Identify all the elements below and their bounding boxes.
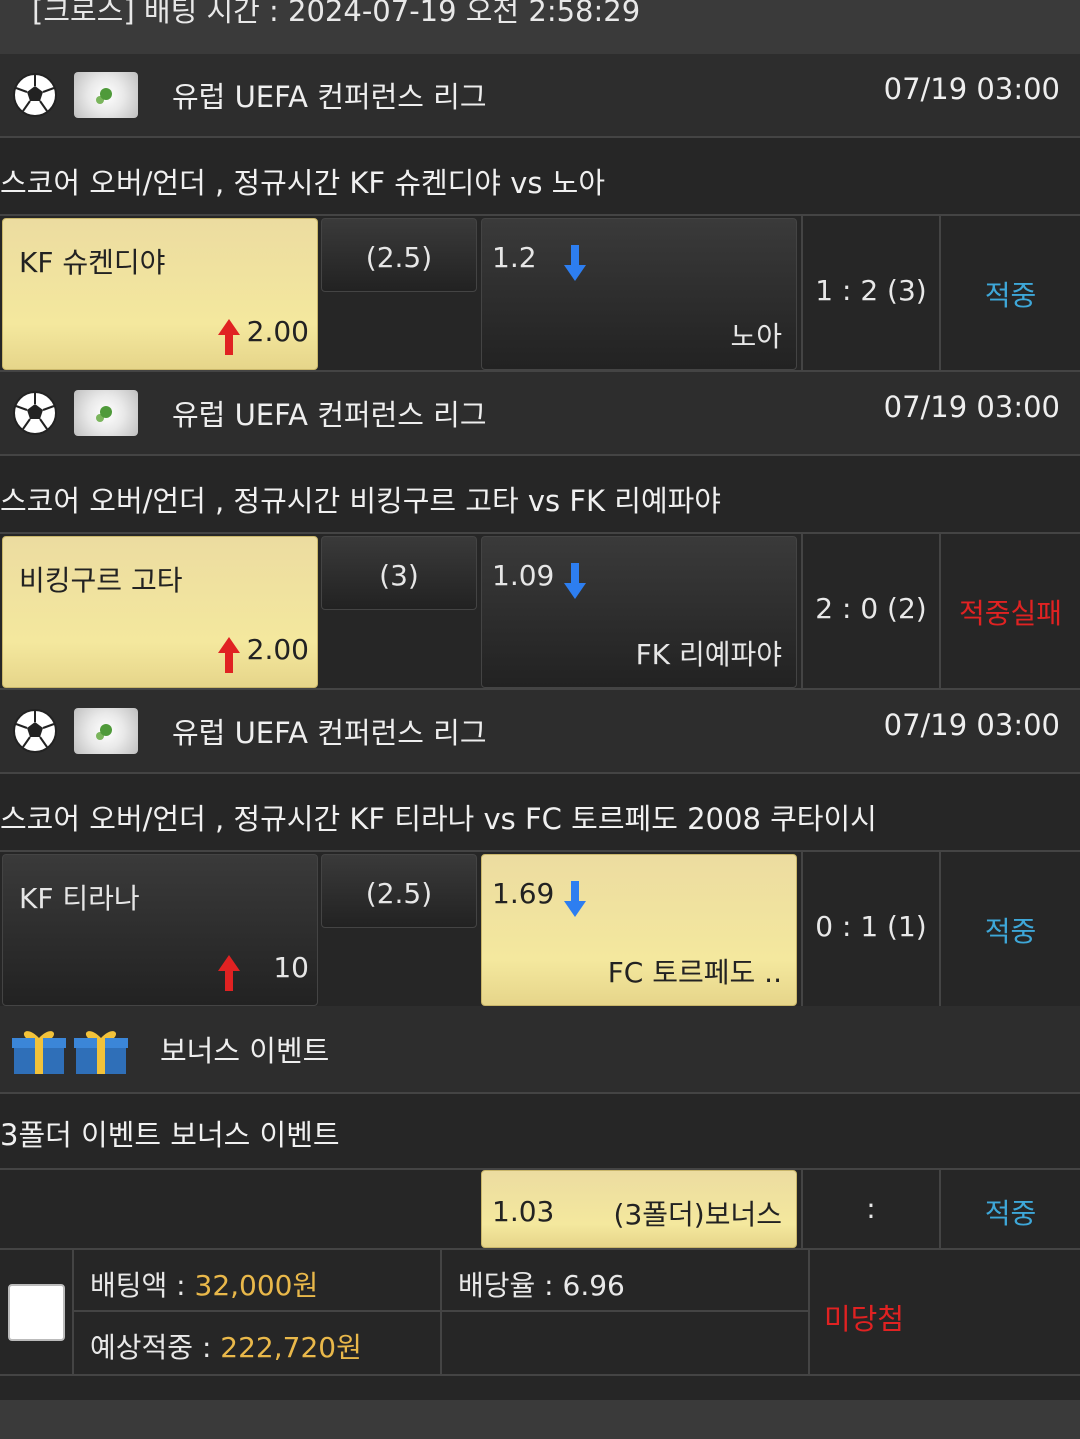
match-title-text: 스코어 오버/언더 , 정규시간 KF 티라나 vs FC 토르페도 2008 … — [0, 802, 877, 836]
expected-win-line: 예상적중 : 222,720원 — [90, 1326, 362, 1366]
bet-summary: 배팅액 : 32,000원 배당율 : 6.96 예상적중 : 222,720원… — [0, 1250, 1080, 1376]
arrow-down-icon — [564, 881, 586, 917]
score-cell: 0 : 1 (1) — [801, 852, 939, 1006]
bonus-score: : — [866, 1192, 876, 1225]
home-team-name: KF 슈켄디야 — [19, 246, 166, 279]
soccer-ball-icon — [13, 709, 57, 753]
away-odds: 1.2 — [492, 241, 537, 274]
empty-box — [440, 1312, 808, 1374]
arrow-down-icon — [564, 563, 586, 599]
bonus-odds-button[interactable]: 1.03 (3폴더)보너스 — [481, 1170, 797, 1248]
bonus-title-text: 3폴더 이벤트 보너스 이벤트 — [0, 1118, 340, 1152]
line-button[interactable]: (3) — [321, 536, 477, 610]
home-odds: 2.00 — [246, 315, 309, 348]
home-team-name: 비킹구르 고타 — [19, 564, 183, 597]
bet-amount-line: 배팅액 : 32,000원 — [90, 1264, 318, 1304]
away-team-name: FC 토르페도 .. — [607, 956, 782, 989]
result-cell: 적중 — [939, 216, 1080, 370]
bonus-header-label: 보너스 이벤트 — [160, 1034, 330, 1068]
match-result: 적중 — [984, 279, 1037, 312]
uefa-globe-icon — [74, 708, 138, 754]
bonus-result-cell: 적중 — [939, 1170, 1080, 1248]
handicap-line: (3) — [379, 559, 419, 592]
bonus-name: (3폴더)보너스 — [613, 1198, 782, 1231]
away-bet-button[interactable]: 1.2 노아 — [481, 218, 797, 370]
result-cell: 적중 — [939, 852, 1080, 1006]
bet-amount-box: 배팅액 : 32,000원 — [72, 1250, 440, 1312]
bet-time-header: [크로스] 배팅 시간 : 2024-07-19 오전 2:58:29 — [0, 0, 1080, 54]
match-score: 2 : 0 (2) — [815, 592, 927, 625]
bet-time-text: [크로스] 배팅 시간 : 2024-07-19 오전 2:58:29 — [32, 0, 641, 28]
select-checkbox[interactable] — [8, 1284, 65, 1341]
expected-win-value: 222,720원 — [220, 1331, 362, 1364]
league-row: 유럽 UEFA 컨퍼런스 리그 07/19 03:00 — [0, 372, 1080, 456]
expected-win-label: 예상적중 : — [90, 1331, 221, 1364]
arrow-up-icon — [218, 319, 240, 355]
soccer-ball-icon — [13, 391, 57, 435]
odds-rate-text: 배당율 : 6.96 — [458, 1269, 625, 1302]
home-odds: 2.00 — [246, 633, 309, 666]
soccer-ball-icon — [13, 73, 57, 117]
away-team-name: 노아 — [730, 320, 782, 353]
match-score: 1 : 2 (3) — [815, 274, 927, 307]
match-result: 적중 — [984, 915, 1037, 948]
home-bet-button[interactable]: KF 티라나 10 — [2, 854, 318, 1006]
bonus-bet-row: 1.03 (3폴더)보너스 : 적중 — [0, 1170, 1080, 1250]
away-team-name: FK 리예파야 — [635, 638, 782, 671]
bet-row: 비킹구르 고타 2.00 (3) 1.09 FK 리예파야 2 : 0 (2) … — [0, 534, 1080, 690]
win-status: 미당첨 — [824, 1302, 905, 1336]
bet-amount-value: 32,000원 — [194, 1269, 319, 1302]
match-title: 스코어 오버/언더 , 정규시간 비킹구르 고타 vs FK 리예파야 — [0, 458, 1080, 534]
match-result: 적중실패 — [958, 597, 1063, 630]
bonus-header: 보너스 이벤트 — [0, 1006, 1080, 1094]
match-date: 07/19 03:00 — [883, 390, 1060, 424]
away-bet-button[interactable]: 1.69 FC 토르페도 .. — [481, 854, 797, 1006]
match-date: 07/19 03:00 — [883, 708, 1060, 742]
match-title-text: 스코어 오버/언더 , 정규시간 KF 슈켄디야 vs 노아 — [0, 166, 606, 200]
arrow-up-icon — [218, 955, 240, 991]
result-cell: 적중실패 — [939, 534, 1080, 688]
match-score: 0 : 1 (1) — [815, 910, 927, 943]
home-bet-button[interactable]: KF 슈켄디야 2.00 — [2, 218, 318, 370]
uefa-globe-icon — [74, 390, 138, 436]
away-odds: 1.09 — [492, 559, 555, 592]
away-bet-button[interactable]: 1.09 FK 리예파야 — [481, 536, 797, 688]
bonus-score-cell: : — [801, 1170, 939, 1248]
match-title: 스코어 오버/언더 , 정규시간 KF 티라나 vs FC 토르페도 2008 … — [0, 776, 1080, 852]
bonus-title: 3폴더 이벤트 보너스 이벤트 — [0, 1094, 1080, 1170]
league-row: 유럽 UEFA 컨퍼런스 리그 07/19 03:00 — [0, 54, 1080, 138]
gift-box-icon — [74, 1031, 128, 1074]
uefa-globe-icon — [74, 72, 138, 118]
handicap-line: (2.5) — [365, 877, 433, 910]
league-name: 유럽 UEFA 컨퍼런스 리그 — [172, 398, 487, 432]
bonus-odds: 1.03 — [492, 1195, 555, 1228]
odds-rate-box: 배당율 : 6.96 — [440, 1250, 808, 1312]
home-team-name: KF 티라나 — [19, 882, 140, 915]
next-bet-header — [0, 1400, 1080, 1439]
expected-win-box: 예상적중 : 222,720원 — [72, 1312, 440, 1374]
home-bet-button[interactable]: 비킹구르 고타 2.00 — [2, 536, 318, 688]
arrow-down-icon — [564, 245, 586, 281]
bonus-result: 적중 — [984, 1197, 1037, 1230]
league-row: 유럽 UEFA 컨퍼런스 리그 07/19 03:00 — [0, 690, 1080, 774]
match-title: 스코어 오버/언더 , 정규시간 KF 슈켄디야 vs 노아 — [0, 140, 1080, 216]
score-cell: 2 : 0 (2) — [801, 534, 939, 688]
bet-row: KF 티라나 10 (2.5) 1.69 FC 토르페도 .. 0 : 1 (1… — [0, 852, 1080, 1008]
bet-row: KF 슈켄디야 2.00 (2.5) 1.2 노아 1 : 2 (3) 적중 — [0, 216, 1080, 372]
line-button[interactable]: (2.5) — [321, 218, 477, 292]
match-date: 07/19 03:00 — [883, 72, 1060, 106]
home-odds: 10 — [273, 951, 309, 984]
league-name: 유럽 UEFA 컨퍼런스 리그 — [172, 80, 487, 114]
league-name: 유럽 UEFA 컨퍼런스 리그 — [172, 716, 487, 750]
gift-box-icon — [12, 1031, 66, 1074]
away-odds: 1.69 — [492, 877, 555, 910]
arrow-up-icon — [218, 637, 240, 673]
bet-amount-label: 배팅액 : — [90, 1269, 195, 1302]
line-button[interactable]: (2.5) — [321, 854, 477, 928]
match-title-text: 스코어 오버/언더 , 정규시간 비킹구르 고타 vs FK 리예파야 — [0, 484, 721, 518]
score-cell: 1 : 2 (3) — [801, 216, 939, 370]
handicap-line: (2.5) — [365, 241, 433, 274]
